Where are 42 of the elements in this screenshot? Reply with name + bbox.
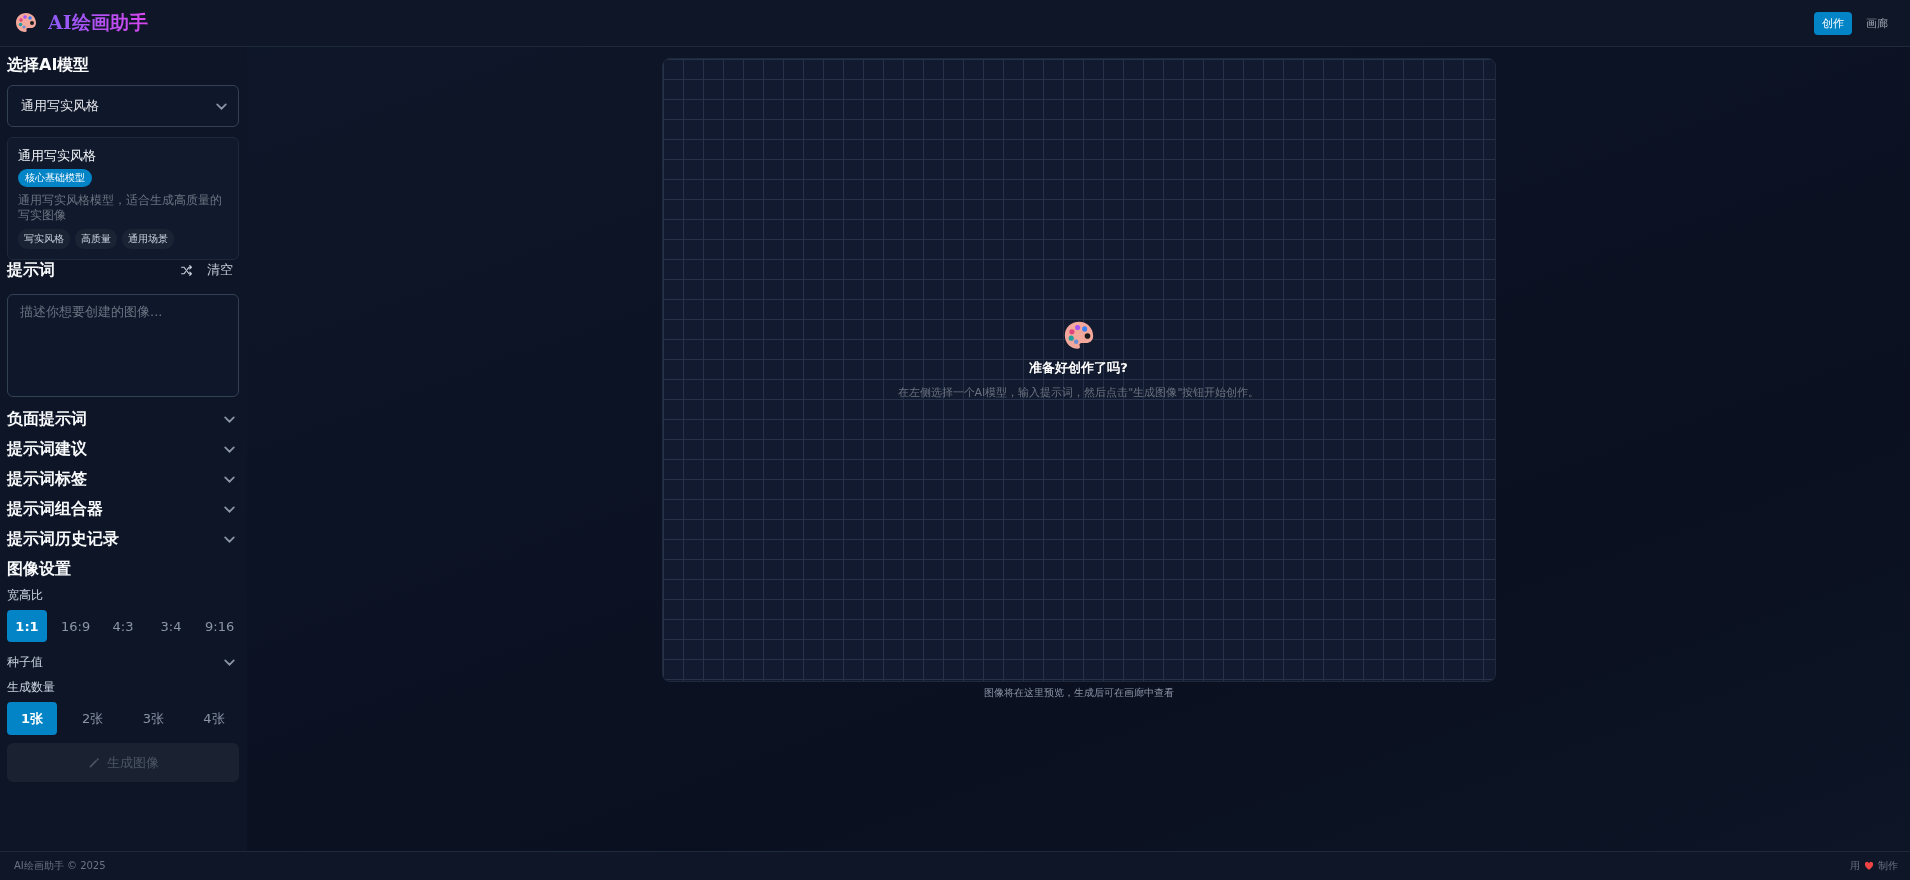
model-tag: 高质量 — [75, 229, 117, 249]
heart-icon — [1864, 861, 1874, 871]
count-option[interactable]: 1张 — [7, 702, 57, 735]
section-title[interactable]: 提示词建议 — [7, 439, 87, 459]
nav-tab[interactable]: 创作 — [1814, 11, 1852, 35]
field-label: 生成数量 — [7, 679, 56, 696]
model-name: 通用写实风格 — [18, 147, 97, 165]
preview-caption: 图像将在这里预览，生成后可在画廊中查看 — [983, 686, 1174, 700]
section-title[interactable]: 提示词标签 — [7, 469, 87, 489]
empty-text: 在左侧选择一个AI模型，输入提示词，然后点击"生成图像"按钮开始创作。 — [897, 384, 1260, 400]
model-select[interactable]: 通用写实风格 — [7, 85, 239, 127]
footer-text: 用 — [1850, 859, 1860, 873]
field-label: 宽高比 — [7, 587, 44, 604]
copyright-text: AI绘画助手 © 2025 — [14, 859, 106, 873]
section-title: 图像设置 — [7, 559, 72, 579]
footer-text: 制作 — [1878, 859, 1898, 873]
section-title: 提示词 — [7, 260, 55, 280]
prompt-field[interactable]: 描述你想要创建的图像... — [7, 294, 239, 397]
chevron-icon[interactable] — [223, 656, 236, 669]
model-description: 通用写实风格模型，适合生成高质量的写实图像 — [18, 193, 223, 223]
count-option[interactable]: 3张 — [128, 702, 179, 735]
model-tag: 通用场景 — [122, 229, 174, 249]
shuffle-icon[interactable] — [180, 263, 193, 277]
section-title: 选择AI模型 — [7, 55, 91, 75]
count-option[interactable]: 2张 — [67, 702, 118, 735]
model-tag: 写实风格 — [18, 229, 70, 249]
palette-icon — [14, 11, 38, 35]
aspect-option[interactable]: 1:1 — [7, 610, 47, 642]
aspect-option[interactable]: 16:9 — [55, 610, 95, 642]
field-label[interactable]: 种子值 — [7, 654, 43, 671]
wand-icon — [87, 756, 101, 769]
section-title[interactable]: 提示词组合器 — [7, 499, 103, 519]
clear-button[interactable]: 清空 — [207, 261, 233, 279]
model-badge: 核心基础模型 — [18, 169, 92, 187]
section-title[interactable]: 负面提示词 — [7, 409, 87, 429]
empty-title: 准备好创作了吗? — [1029, 358, 1128, 377]
aspect-option[interactable]: 3:4 — [151, 610, 191, 642]
aspect-option[interactable]: 4:3 — [103, 610, 143, 642]
aspect-option[interactable]: 9:16 — [199, 610, 239, 642]
count-option[interactable]: 4张 — [188, 702, 239, 735]
section-title[interactable]: 提示词历史记录 — [7, 529, 119, 549]
nav-tab[interactable]: 画廊 — [1858, 11, 1896, 35]
